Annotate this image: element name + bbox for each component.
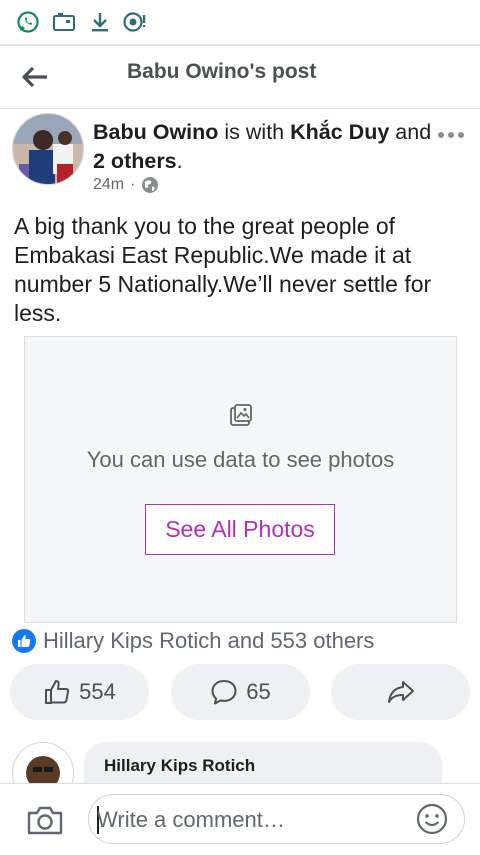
camera-icon[interactable] <box>26 804 64 836</box>
meta-separator: · <box>130 176 136 193</box>
post-text: A big thank you to the great people of E… <box>14 213 432 326</box>
dot-icon <box>458 132 464 138</box>
photo-icon <box>230 404 252 426</box>
comment-placeholder: Write a comment… <box>97 807 285 832</box>
comment-count: 65 <box>246 679 271 704</box>
status-bar <box>0 0 480 46</box>
download-icon <box>88 10 112 34</box>
tagged-name[interactable]: Khắc Duy <box>290 120 389 144</box>
dot-icon <box>448 132 454 138</box>
photos-message: You can use data to see photos <box>86 447 395 472</box>
see-all-photos-button[interactable]: See All Photos <box>145 504 335 555</box>
notification-icon <box>122 10 146 34</box>
comment-bubble-icon <box>211 680 237 705</box>
reactions-summary[interactable]: Hillary Kips Rotich and 553 others <box>12 628 374 654</box>
photos-placeholder: You can use data to see photos See All P… <box>24 336 457 623</box>
comment-button[interactable]: 65 <box>171 664 310 720</box>
with-connector: is with <box>224 120 285 144</box>
emoji-icon[interactable] <box>416 803 448 835</box>
like-count: 554 <box>79 679 116 704</box>
tagged-others[interactable]: 2 others <box>93 149 177 173</box>
like-reaction-icon <box>12 629 36 653</box>
post-meta: 24m · <box>93 176 159 194</box>
post-time[interactable]: 24m <box>93 176 124 194</box>
like-button[interactable]: 554 <box>10 664 149 720</box>
author-name[interactable]: Babu Owino <box>93 120 218 144</box>
back-button[interactable] <box>18 60 52 94</box>
camera-card-icon <box>52 10 76 34</box>
whatsapp-icon <box>16 10 40 34</box>
share-button[interactable] <box>331 664 470 720</box>
globe-icon <box>142 177 159 193</box>
dot-icon <box>438 132 444 138</box>
comment-author[interactable]: Hillary Kips Rotich <box>104 756 255 776</box>
post-header-bar: Babu Owino's post <box>0 46 480 109</box>
and-connector: and <box>395 120 432 144</box>
share-arrow-icon <box>387 681 414 703</box>
author-avatar[interactable] <box>12 113 84 185</box>
post-author-line: Babu Owino is with Khắc Duy and 2 others… <box>93 120 432 173</box>
thumbs-up-icon <box>45 680 70 704</box>
comment-input[interactable]: Write a comment… <box>88 794 465 844</box>
back-arrow-icon <box>22 66 47 88</box>
comment-composer: Write a comment… <box>0 783 480 855</box>
page-title: Babu Owino's post <box>127 60 317 83</box>
reactions-text: Hillary Kips Rotich and 553 others <box>43 628 375 653</box>
more-options-button[interactable] <box>434 126 468 144</box>
